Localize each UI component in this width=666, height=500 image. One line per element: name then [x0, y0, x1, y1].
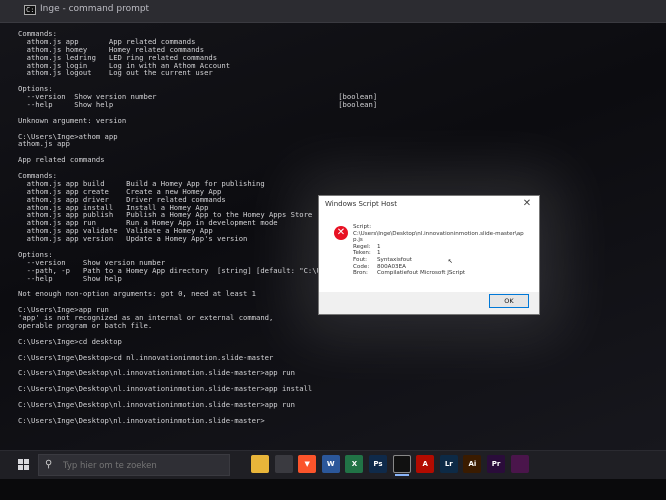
error-detail-row: Code: 800A03EA [353, 264, 524, 271]
error-detail-row: Script: [353, 224, 524, 231]
error-detail-label: Script: [353, 224, 372, 230]
word-icon[interactable]: W [321, 455, 340, 473]
taskbar: ⚲ ▼WX Ps ALr Ai Pr [0, 450, 666, 479]
console-line: athom.js app [18, 139, 70, 149]
error-detail-value: 1 [377, 250, 381, 257]
command-prompt-icon: C: [24, 5, 36, 15]
ok-button[interactable]: OK [489, 294, 529, 308]
error-details: Script: C:\Users\Inge\Desktop\nl.innovati… [353, 224, 524, 277]
excel-icon[interactable]: X [345, 455, 364, 473]
brave-browser-icon[interactable]: ▼ [298, 455, 317, 473]
mouse-cursor-icon: ↖ [448, 256, 453, 265]
search-icon: ⚲ [45, 459, 53, 470]
command-prompt-icon[interactable] [392, 455, 411, 476]
script-host-dialog: Windows Script Host ✕ ✕ Script: C:\Users\… [318, 195, 540, 315]
illustrator-icon[interactable]: Ai [463, 455, 482, 473]
console-line: App related commands [18, 155, 105, 165]
error-detail-value: Compilatiefout Microsoft JScript [377, 270, 466, 277]
console-line: --help Show help [boolean] [18, 100, 378, 110]
error-detail-row: Teken: 1 [353, 250, 524, 257]
console-line: Unknown argument: version [18, 115, 127, 125]
search-input[interactable] [61, 458, 225, 474]
store-icon[interactable] [274, 455, 293, 473]
error-detail-label: Teken: [353, 250, 371, 257]
desktop-screen: C: Inge - command prompt Commands: athom… [0, 0, 666, 450]
error-detail-row: C:\Users\Inge\Desktop\nl.innovationinmot… [353, 231, 524, 238]
error-detail-row: Bron: Compilatiefout Microsoft JScript [353, 270, 524, 277]
error-detail-row: Fout: Syntaxisfout [353, 257, 524, 264]
console-line: operable program or batch file. [18, 320, 153, 330]
console-line: C:\Users\Inge>cd desktop [18, 336, 122, 346]
error-detail-row: p.js [353, 237, 524, 244]
window-titlebar[interactable]: C: Inge - command prompt [0, 0, 666, 23]
window-title: Inge - command prompt [40, 4, 150, 14]
error-detail-value: 800A03EA [377, 263, 406, 270]
error-detail-label: Bron: [353, 270, 368, 277]
console-line: C:\Users\Inge\Desktop\nl.innovationinmot… [18, 399, 295, 409]
error-detail-label: Regel: [353, 243, 371, 250]
monitor-bezel [0, 479, 666, 500]
console-line: athom.js logout Log out the current user [18, 68, 213, 78]
windows-start-icon[interactable] [18, 459, 30, 471]
console-line: C:\Users\Inge\Desktop\nl.innovationinmot… [18, 384, 313, 394]
console-line: C:\Users\Inge>athom app [18, 131, 118, 141]
file-explorer-icon[interactable] [251, 455, 269, 473]
lightroom-icon[interactable]: Lr [439, 455, 458, 473]
console-line: C:\Users\Inge\Desktop\nl.innovationinmot… [18, 415, 265, 425]
console-line: C:\Users\Inge\Desktop\nl.innovationinmot… [18, 368, 295, 378]
acrobat-icon[interactable]: A [416, 455, 435, 473]
close-icon[interactable]: ✕ [521, 198, 533, 210]
error-detail-label: Fout: [353, 256, 368, 263]
error-detail-label: Code: [353, 263, 370, 270]
error-detail-value: Syntaxisfout [377, 256, 412, 263]
premiere-icon[interactable]: Pr [487, 455, 505, 473]
error-detail-value: C:\Users\Inge\Desktop\nl.innovationinmot… [353, 230, 524, 237]
taskbar-search[interactable]: ⚲ [38, 454, 230, 476]
dialog-title: Windows Script Host [325, 200, 397, 208]
error-detail-value: 1 [377, 243, 381, 250]
error-detail-row: Regel: 1 [353, 244, 524, 251]
photoshop-icon[interactable]: Ps [369, 455, 387, 473]
error-icon: ✕ [334, 226, 348, 240]
slack-icon[interactable] [510, 455, 529, 473]
console-line: C:\Users\Inge\Desktop>cd nl.innovationin… [18, 352, 274, 362]
error-detail-value: p.js [353, 237, 363, 244]
